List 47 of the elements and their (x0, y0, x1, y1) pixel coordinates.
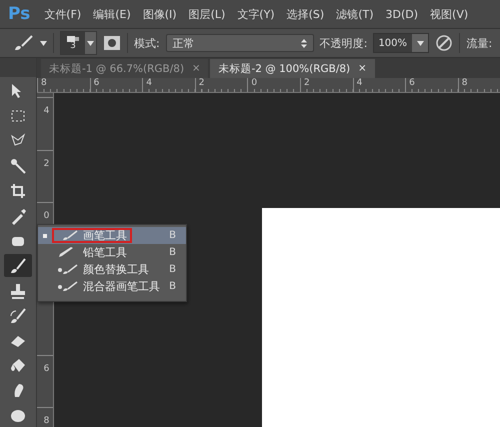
brush-icon[interactable] (12, 34, 34, 52)
mode-select[interactable]: 正常 (166, 34, 314, 52)
bucket-tool-icon[interactable] (9, 356, 27, 374)
caret-icon (416, 40, 424, 46)
tool-name: 画笔工具 (83, 228, 127, 243)
menu-item[interactable]: 图像(I) (136, 6, 183, 22)
wand-tool-icon[interactable] (9, 156, 27, 175)
brush-icon (57, 281, 79, 292)
document-tab[interactable]: 未标题-2 @ 100%(RGB/8) × (210, 59, 375, 78)
flow-label: 流量: (466, 36, 492, 50)
history-tool-icon[interactable] (9, 306, 27, 324)
updown-icon (300, 38, 307, 48)
brush-icon (57, 264, 79, 275)
menu-item[interactable]: 滤镜(T) (330, 6, 380, 22)
flyout-item[interactable]: 颜色替换工具 B (38, 261, 186, 278)
stamp-tool-icon[interactable] (9, 282, 27, 300)
shortcut-key: B (169, 230, 176, 241)
shortcut-key: B (169, 264, 176, 275)
opacity-field[interactable]: 100% (373, 33, 430, 53)
caret-icon (40, 40, 47, 46)
menu-item[interactable]: 编辑(E) (87, 6, 137, 22)
flyout-item[interactable]: 画笔工具 B (38, 227, 186, 244)
close-button[interactable]: × (358, 63, 367, 74)
close-button[interactable]: × (192, 63, 200, 74)
tool-name: 铅笔工具 (83, 245, 127, 260)
menu-item[interactable]: 3D(D) (380, 8, 424, 20)
brush-tool-icon[interactable] (9, 256, 27, 275)
menu-item[interactable]: 文件(F) (38, 6, 88, 22)
brush-tip-icon (67, 36, 79, 42)
opacity-label: 不透明度: (320, 36, 368, 50)
flyout-item[interactable]: 混合器画笔工具 B (38, 278, 186, 295)
shortcut-key: B (169, 247, 176, 258)
caret-icon (87, 40, 94, 46)
tool-name: 混合器画笔工具 (83, 279, 160, 294)
tool-name: 颜色替换工具 (83, 262, 149, 277)
document-tab[interactable]: 未标题-1 @ 66.7%(RGB/8) × (41, 59, 208, 78)
menu-item[interactable]: 图层(L) (182, 6, 232, 22)
brush-panel-icon[interactable] (103, 35, 121, 51)
app-logo: Ps (7, 4, 32, 24)
menu-item[interactable]: 视图(V) (424, 6, 474, 22)
shortcut-key: B (169, 281, 176, 292)
menu-item[interactable]: 选择(S) (280, 6, 330, 22)
menu-item[interactable]: 文字(Y) (231, 6, 281, 22)
flyout-item[interactable]: 铅笔工具 B (38, 244, 186, 261)
crop-tool-icon[interactable] (9, 182, 27, 200)
mode-label: 模式: (134, 36, 160, 50)
tool-button[interactable] (4, 254, 32, 278)
